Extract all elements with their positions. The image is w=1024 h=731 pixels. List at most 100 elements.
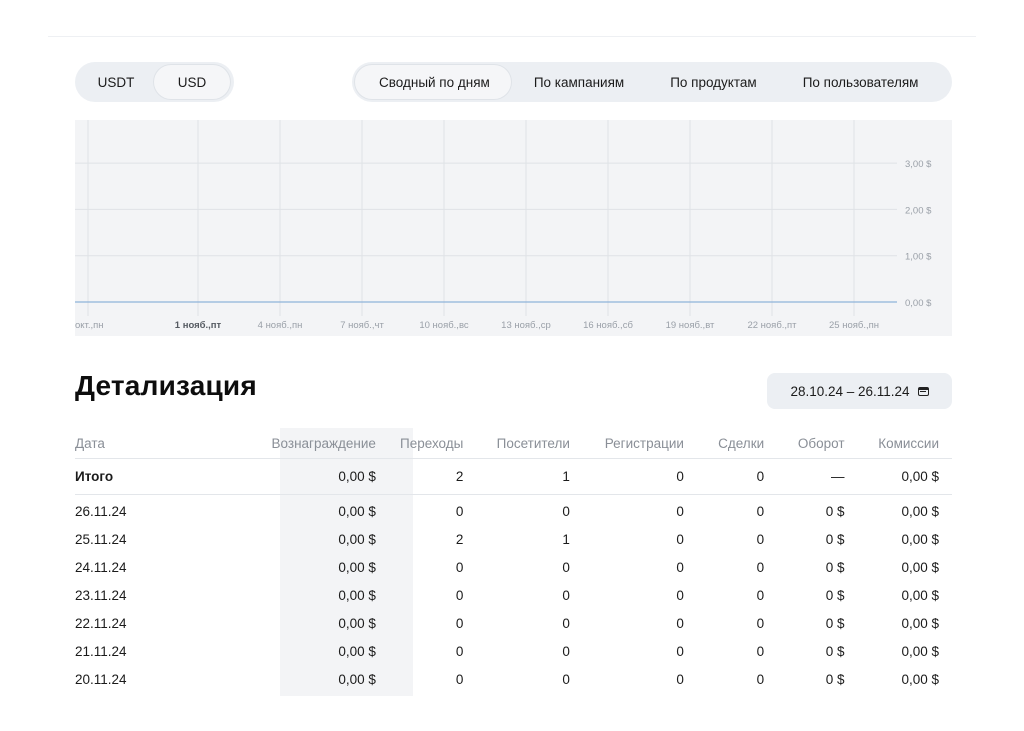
cell-visitors: 0 (562, 643, 570, 659)
details-table: Дата Вознаграждение Переходы Посетители … (75, 428, 952, 693)
chart-x-tick-label: 25 нояб.,пн (829, 320, 879, 331)
cell-registrations: 0 (676, 503, 684, 519)
cell-turnover: 0 $ (825, 503, 845, 519)
col-date[interactable]: Дата (75, 428, 256, 459)
cell-turnover: 0 $ (825, 587, 845, 603)
chart-x-tick-label: 4 нояб.,пн (258, 320, 303, 331)
total-deals: 0 (696, 458, 778, 495)
cell-turnover: 0 $ (825, 671, 845, 687)
total-label: Итого (75, 458, 256, 495)
col-visitors[interactable]: Посетители (476, 428, 583, 459)
cell-deals: 0 (756, 559, 765, 575)
cell-reward: 0,00 $ (338, 643, 376, 659)
total-registrations: 0 (582, 458, 697, 495)
cell-reward: 0,00 $ (338, 615, 376, 631)
tab-by-campaigns[interactable]: По кампаниям (511, 65, 647, 99)
chart-x-tick-label: окт.,пн (75, 320, 104, 331)
cell-turnover: 0 $ (825, 643, 845, 659)
cell-clicks: 0 (455, 643, 464, 659)
cell-commission: 0,00 $ (901, 531, 939, 547)
tab-daily-summary[interactable]: Сводный по дням (355, 65, 511, 99)
cell-date: 23.11.24 (75, 587, 127, 603)
table-header-row: Дата Вознаграждение Переходы Посетители … (75, 428, 952, 459)
total-visitors: 1 (476, 458, 583, 495)
cell-clicks: 0 (455, 671, 464, 687)
date-range-label: 28.10.24 – 26.11.24 (790, 383, 910, 399)
cell-commission: 0,00 $ (901, 671, 939, 687)
cell-date: 26.11.24 (75, 503, 127, 519)
cell-visitors: 0 (562, 559, 570, 575)
cell-deals: 0 (756, 587, 765, 603)
cell-reward: 0,00 $ (338, 671, 376, 687)
cell-clicks: 0 (455, 587, 464, 603)
table-row: 26.11.24 0,00 $ 0 0 0 0 0 $ 0,00 $ (75, 495, 952, 526)
col-reward[interactable]: Вознаграждение (255, 428, 389, 459)
cell-reward: 0,00 $ (338, 587, 376, 603)
chart-x-tick-label: 1 нояб.,пт (175, 320, 222, 331)
cell-registrations: 0 (676, 615, 684, 631)
cell-reward: 0,00 $ (338, 559, 376, 575)
table-row: 22.11.24 0,00 $ 0 0 0 0 0 $ 0,00 $ (75, 609, 952, 637)
currency-option-usdt[interactable]: USDT (78, 65, 154, 99)
cell-turnover: 0 $ (825, 531, 845, 547)
cell-commission: 0,00 $ (901, 503, 939, 519)
currency-toggle: USDT USD (75, 62, 234, 102)
cell-visitors: 0 (562, 615, 570, 631)
total-reward: 0,00 $ (255, 458, 389, 495)
chart-x-tick-label: 19 нояб.,вт (666, 320, 715, 331)
cell-date: 21.11.24 (75, 643, 127, 659)
tab-by-products[interactable]: По продуктам (647, 65, 780, 99)
cell-date: 22.11.24 (75, 615, 127, 631)
cell-registrations: 0 (676, 559, 684, 575)
cell-registrations: 0 (676, 531, 684, 547)
cell-turnover: 0 $ (825, 615, 845, 631)
cell-visitors: 0 (562, 503, 570, 519)
cell-reward: 0,00 $ (338, 503, 376, 519)
cell-commission: 0,00 $ (901, 643, 939, 659)
calendar-icon (917, 386, 929, 396)
col-commission[interactable]: Комиссии (857, 428, 952, 459)
cell-commission: 0,00 $ (901, 587, 939, 603)
col-clicks[interactable]: Переходы (388, 428, 477, 459)
cell-deals: 0 (756, 531, 765, 547)
total-commission: 0,00 $ (857, 458, 952, 495)
cell-visitors: 1 (562, 531, 570, 547)
chart-svg: 0,00 $ 1,00 $ 2,00 $ 3,00 $ окт.,пн 1 нояб.,п… (75, 120, 932, 331)
cell-commission: 0,00 $ (901, 615, 939, 631)
date-range-picker[interactable]: 28.10.24 – 26.11.24 (767, 373, 952, 409)
chart-x-tick-label: 10 нояб.,вс (419, 320, 469, 331)
col-turnover[interactable]: Оборот (777, 428, 858, 459)
cell-reward: 0,00 $ (338, 531, 376, 547)
cell-date: 24.11.24 (75, 559, 127, 575)
cell-clicks: 0 (455, 503, 464, 519)
table-row: 21.11.24 0,00 $ 0 0 0 0 0 $ 0,00 $ (75, 637, 952, 665)
chart-x-tick-label: 16 нояб.,сб (583, 320, 633, 331)
cell-visitors: 0 (562, 671, 570, 687)
table-row: 24.11.24 0,00 $ 0 0 0 0 0 $ 0,00 $ (75, 553, 952, 581)
cell-date: 20.11.24 (75, 671, 127, 687)
cell-turnover: 0 $ (825, 559, 845, 575)
chart-y-tick-label: 2,00 $ (905, 205, 932, 216)
col-deals[interactable]: Сделки (696, 428, 778, 459)
table-row: 23.11.24 0,00 $ 0 0 0 0 0 $ 0,00 $ (75, 581, 952, 609)
table-row: 20.11.24 0,00 $ 0 0 0 0 0 $ 0,00 $ (75, 665, 952, 693)
cell-commission: 0,00 $ (901, 559, 939, 575)
cell-clicks: 0 (455, 559, 464, 575)
cell-registrations: 0 (676, 587, 684, 603)
total-clicks: 2 (388, 458, 477, 495)
cell-visitors: 0 (562, 587, 570, 603)
cell-deals: 0 (756, 615, 765, 631)
col-registrations[interactable]: Регистрации (582, 428, 697, 459)
cell-deals: 0 (756, 503, 765, 519)
chart-y-tick-label: 3,00 $ (905, 159, 932, 170)
chart-x-tick-label: 22 нояб.,пт (747, 320, 797, 331)
daily-chart[interactable]: 0,00 $ 1,00 $ 2,00 $ 3,00 $ окт.,пн 1 нояб.,п… (75, 120, 952, 336)
chart-y-tick-label: 1,00 $ (905, 252, 932, 263)
chart-x-tick-label: 13 нояб.,ср (501, 320, 551, 331)
tab-by-users[interactable]: По пользователям (780, 65, 942, 99)
chart-y-tick-label: 0,00 $ (905, 298, 932, 309)
details-title: Детализация (75, 370, 257, 401)
total-row: Итого 0,00 $ 2 1 0 0 — 0,00 $ (75, 458, 952, 495)
cell-clicks: 0 (455, 615, 464, 631)
currency-option-usd[interactable]: USD (154, 65, 230, 99)
